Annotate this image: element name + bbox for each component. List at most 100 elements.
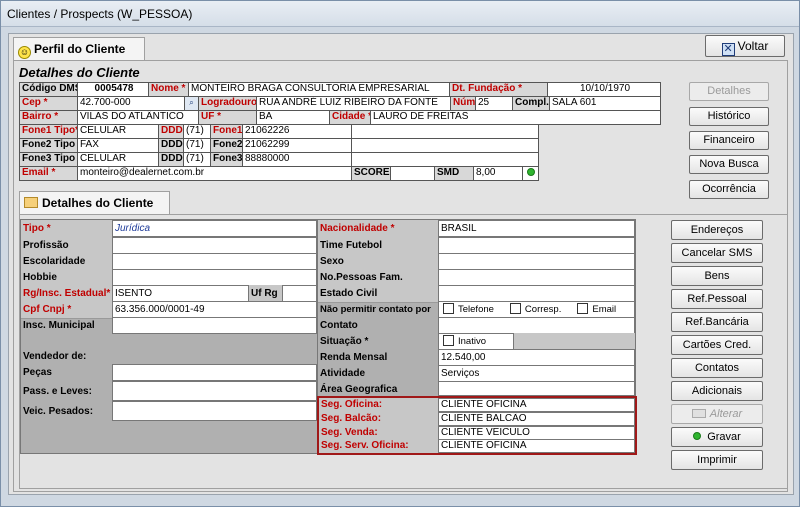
fone3-field[interactable]: 88880000	[242, 152, 352, 167]
label-smd: SMD	[434, 166, 474, 181]
label-situacao: Situação *	[320, 336, 369, 347]
label-pecas: Peças	[23, 367, 52, 378]
label-fone2-tipo: Fone2 Tipo	[19, 138, 78, 153]
fone1-field[interactable]: 21062226	[242, 124, 352, 139]
label-uf: UF *	[198, 110, 257, 125]
enderecos-button[interactable]: Endereços	[671, 220, 763, 240]
adicionais-button[interactable]: Adicionais	[671, 381, 763, 401]
fone2-extra	[351, 138, 539, 153]
cancelar-sms-button[interactable]: Cancelar SMS	[671, 243, 763, 263]
label-nome: Nome *	[148, 82, 189, 97]
ref-bancaria-button[interactable]: Ref.Bancária	[671, 312, 763, 332]
contato-field[interactable]	[438, 317, 635, 334]
pass-leves-field[interactable]	[112, 381, 317, 401]
nova-busca-button[interactable]: Nova Busca	[689, 155, 769, 174]
label-vendedor: Vendedor de:	[23, 351, 87, 362]
atividade-field[interactable]: Serviços	[438, 365, 635, 382]
bairro-field[interactable]: VILAS DO ATLÂNTICO	[77, 110, 199, 125]
label-bairro: Bairro *	[19, 110, 78, 125]
escolaridade-field[interactable]	[112, 253, 317, 270]
alterar-button[interactable]: Alterar	[671, 404, 763, 424]
label-codigo: Código DMS	[19, 82, 78, 97]
imprimir-button[interactable]: Imprimir	[671, 450, 763, 470]
label-ddd1: DDD	[158, 124, 184, 139]
label-fone1: Fone1	[210, 124, 243, 139]
score-field[interactable]	[390, 166, 435, 181]
label-tipo: Tipo *	[21, 220, 112, 238]
nacionalidade-field[interactable]: BRASIL	[438, 220, 635, 237]
cpf-field[interactable]: 63.356.000/0001-49	[112, 301, 317, 318]
cep-field[interactable]: 42.700-000	[77, 96, 185, 111]
label-seg-serv-oficina: Seg. Serv. Oficina:	[321, 440, 409, 451]
compl-field[interactable]: SALA 601	[549, 96, 661, 111]
num-field[interactable]: 25	[475, 96, 513, 111]
bens-button[interactable]: Bens	[671, 266, 763, 286]
veic-pesados-field[interactable]	[112, 401, 317, 421]
cep-search-icon[interactable]: ⌕	[184, 96, 199, 111]
label-email: Email *	[19, 166, 78, 181]
label-logradouro: Logradouro*	[198, 96, 257, 111]
label-cep: Cep *	[19, 96, 78, 111]
green-dot-icon	[693, 432, 702, 440]
label-seg-balcao: Seg. Balcão:	[321, 413, 382, 424]
fone3-tipo-field[interactable]: CELULAR	[77, 152, 159, 167]
label-renda: Renda Mensal	[320, 352, 388, 363]
label-fundacao: Dt. Fundação *	[449, 82, 548, 97]
tab-detalhes-cliente[interactable]: Detalhes do Cliente	[19, 191, 170, 215]
ddd1-field[interactable]: (71)	[183, 124, 211, 139]
ref-pessoal-button[interactable]: Ref.Pessoal	[671, 289, 763, 309]
ocorrencia-button[interactable]: Ocorrência	[689, 180, 769, 199]
profissao-field[interactable]	[112, 237, 317, 254]
gravar-button[interactable]: Gravar	[671, 427, 763, 447]
rg-field[interactable]: ISENTO	[112, 285, 249, 302]
financeiro-button[interactable]: Financeiro	[689, 131, 769, 150]
tab-perfil-cliente[interactable]: ☺ Perfil do Cliente	[13, 37, 145, 61]
seg-venda-field[interactable]: CLIENTE VEICULO	[438, 426, 635, 440]
renda-field[interactable]: 12.540,00	[438, 349, 635, 366]
situacao-field: Inativo	[438, 333, 514, 350]
detalhes-button[interactable]: Detalhes	[689, 82, 769, 101]
no-pessoas-field[interactable]	[438, 269, 635, 286]
fone2-field[interactable]: 21062299	[242, 138, 352, 153]
insc-municipal-field[interactable]	[112, 317, 317, 334]
email-field[interactable]: monteiro@dealernet.com.br	[77, 166, 352, 181]
hobbie-field[interactable]	[112, 269, 317, 286]
inativo-checkbox[interactable]	[443, 335, 454, 346]
historico-button[interactable]: Histórico	[689, 107, 769, 126]
estado-civil-field[interactable]	[438, 285, 635, 302]
fundacao-field[interactable]: 10/10/1970	[547, 82, 661, 97]
window-title: Clientes / Prospects (W_PESSOA)	[1, 1, 799, 27]
voltar-button[interactable]: ✕ Voltar	[705, 35, 785, 57]
tipo-field[interactable]: Jurídica	[112, 220, 317, 237]
pecas-field[interactable]	[112, 364, 317, 381]
codigo-field[interactable]: 0005478	[77, 82, 149, 97]
green-dot-icon	[526, 168, 535, 176]
nome-field[interactable]: MONTEIRO BRAGA CONSULTORIA EMPRESARIAL	[188, 82, 450, 97]
close-x-icon: ✕	[721, 43, 735, 56]
label-compl: Compl.	[512, 96, 550, 111]
cidade-field[interactable]: LAURO DE FREITAS	[370, 110, 661, 125]
fone1-tipo-field[interactable]: CELULAR	[77, 124, 159, 139]
sexo-field[interactable]	[438, 253, 635, 270]
fone3-extra	[351, 152, 539, 167]
area-field[interactable]	[438, 381, 635, 396]
label-score: SCORE	[351, 166, 391, 181]
uf-rg-field[interactable]	[282, 285, 317, 302]
email-checkbox[interactable]	[577, 303, 589, 314]
seg-balcao-field[interactable]: CLIENTE BALCÃO	[438, 412, 635, 426]
logradouro-field[interactable]: RUA ANDRÉ LUIZ RIBEIRO DA FONTE	[256, 96, 451, 111]
time-futebol-field[interactable]	[438, 237, 635, 254]
contatos-button[interactable]: Contatos	[671, 358, 763, 378]
ddd2-field[interactable]: (71)	[183, 138, 211, 153]
edit-icon	[691, 409, 706, 418]
seg-serv-oficina-field[interactable]: CLIENTE OFICINA	[438, 439, 635, 453]
fone2-tipo-field[interactable]: FAX	[77, 138, 159, 153]
label-cidade: Cidade *	[329, 110, 371, 125]
ddd3-field[interactable]: (71)	[183, 152, 211, 167]
telefone-checkbox[interactable]	[443, 303, 454, 314]
cartoes-cred-button[interactable]: Cartões Cred.	[671, 335, 763, 355]
uf-field[interactable]: BA	[256, 110, 330, 125]
seg-oficina-field[interactable]: CLIENTE OFICINA	[438, 398, 635, 412]
smd-field[interactable]: 8,00	[473, 166, 523, 181]
corresp-checkbox[interactable]	[509, 303, 521, 314]
